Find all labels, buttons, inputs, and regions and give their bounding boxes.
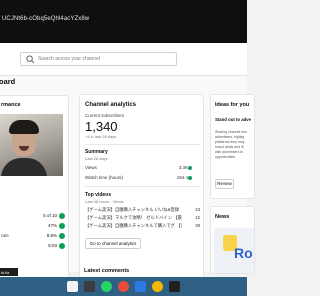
subscribers-count: 1,340	[85, 119, 118, 134]
app-icon[interactable]	[169, 281, 180, 292]
go-to-analytics-button[interactable]: Go to channel analytics	[85, 238, 141, 249]
top-videos-period: Last 48 hours · Views	[85, 199, 124, 204]
video-thumbnail[interactable]	[0, 114, 63, 176]
edge-icon[interactable]	[135, 281, 146, 292]
news-card: News Ro	[210, 206, 255, 274]
page-title: oard	[0, 77, 16, 86]
studio-header: Search across your channel	[0, 43, 247, 76]
card-title: rmance	[1, 102, 21, 108]
ideas-title: Ideas for you	[215, 102, 250, 108]
ideas-subtitle: Stand out to adve	[215, 117, 252, 122]
taskview-icon[interactable]	[67, 281, 78, 292]
taskbar-tooltip: tuXa	[0, 268, 18, 276]
terminal-icon[interactable]	[84, 281, 95, 292]
check-icon	[59, 243, 65, 249]
chrome-icon[interactable]	[118, 281, 129, 292]
trend-icon	[188, 166, 192, 170]
latest-comments-title: Latest comments	[84, 268, 130, 274]
subscribers-delta: +4 in last 28 days	[85, 134, 117, 139]
divider	[85, 186, 200, 187]
top-video-row[interactable]: 【ゲーム実況】自腹購入チャンネルで購入でグ 【実況】 39	[85, 223, 200, 229]
check-icon	[59, 213, 65, 219]
top-videos-title: Top videos	[85, 192, 112, 198]
summary-period: Last 28 days	[85, 156, 108, 161]
news-title: News	[215, 214, 230, 220]
chrome-beta-icon[interactable]	[152, 281, 163, 292]
browser-address-bar[interactable]: UCJNt6b-cObq5eQhl4acYZx8w	[0, 0, 247, 43]
analytics-title: Channel analytics	[85, 102, 137, 108]
channel-analytics-card: Channel analytics Current subscribers 1,…	[79, 94, 204, 279]
check-icon	[59, 223, 65, 229]
review-button[interactable]: Review	[215, 179, 234, 189]
top-video-row[interactable]: 【ゲーム実況】自腹購入チャンネル いいね&登録 43	[85, 207, 200, 213]
search-placeholder: Search across your channel	[38, 56, 100, 62]
whatsapp-icon[interactable]	[101, 281, 112, 292]
news-brand: Ro	[234, 245, 253, 261]
ideas-card: Ideas for you Stand out to adve Sharing …	[210, 94, 255, 199]
trend-icon	[188, 176, 192, 180]
summary-row-views: Views 3.3K	[85, 165, 200, 171]
url-text[interactable]: UCJNt6b-cObq5eQhl4acYZx8w	[2, 16, 89, 22]
subscribers-label: Current subscribers	[85, 113, 125, 118]
news-image[interactable]: Ro	[214, 221, 254, 273]
top-video-row[interactable]: 【ゲーム実況】マルクで攻略！ ゼルドバイン 【最終回】 42	[85, 215, 200, 221]
check-icon	[59, 233, 65, 239]
summary-title: Summary	[85, 149, 108, 155]
summary-row-watchtime: Watch time (hours) 194.4	[85, 175, 200, 181]
search-icon	[26, 55, 35, 64]
video-performance-card: rmance 5 of 10 47% rate 8.5% 5:03	[0, 95, 69, 280]
divider	[85, 144, 200, 145]
search-input[interactable]: Search across your channel	[20, 52, 177, 66]
